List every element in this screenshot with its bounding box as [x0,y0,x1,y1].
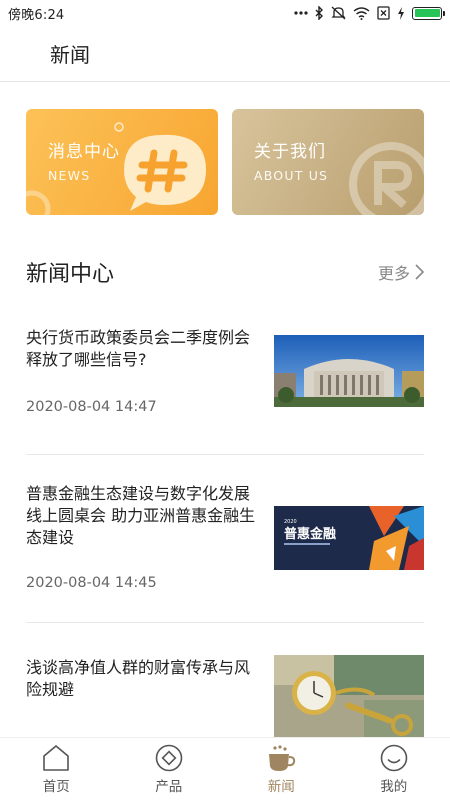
bluetooth-icon [315,6,323,20]
status-icons [294,6,445,20]
news-section-header: 新闻中心 更多 [26,252,424,292]
about-us-banner[interactable]: 关于我们 ABOUT US [232,109,424,215]
news-title: 央行货币政策委员会二季度例会释放了哪些信号? [26,328,251,369]
chevron-right-icon [415,264,424,280]
nav-label: 我的 [380,779,408,795]
mute-icon [331,6,346,20]
dots-icon [294,11,308,15]
watch-keys-cash-photo [274,655,424,745]
hash-bubble-icon [114,122,206,211]
banner-title: 关于我们 [254,142,326,162]
banner-title: 消息中心 [48,142,120,162]
news-list-item[interactable]: 普惠金融生态建设与数字化发展线上圆桌会 助力亚洲普惠金融生态建设 2020-08… [26,455,424,623]
news-title: 普惠金融生态建设与数字化发展线上圆桌会 助力亚洲普惠金融生态建设 [26,484,256,547]
more-link[interactable]: 更多 [378,260,424,284]
wifi-icon [353,6,370,20]
home-icon [43,745,70,771]
banner-subtitle: NEWS [48,168,91,183]
page-title: 新闻 [50,43,90,67]
news-list-item[interactable]: 浅谈高净值人群的财富传承与风险规避 [26,623,424,745]
news-cup-icon [269,745,296,771]
charging-icon [398,6,404,20]
news-center-banner[interactable]: 消息中心 NEWS [26,109,218,215]
banner-subtitle: ABOUT US [254,168,329,183]
nav-label: 产品 [155,779,183,795]
section-title: 新闻中心 [26,262,115,287]
banner-row: 消息中心 NEWS 关于我们 ABOUT US [26,109,424,215]
app-header: 新闻 [0,26,450,82]
news-list-item[interactable]: 央行货币政策委员会二季度例会释放了哪些信号? 2020-08-04 14:47 [26,315,424,455]
nav-home[interactable]: 首页 [11,744,101,795]
svg-text:2020: 2020 [284,519,297,525]
poster-caption: 普惠金融 [284,526,336,542]
more-label: 更多 [377,264,410,283]
battery-icon [412,6,445,20]
sim-x-icon [377,6,390,20]
status-time: 傍晚6:24 [8,7,65,23]
decorative-ring [26,190,51,215]
product-icon [155,744,183,772]
nav-product[interactable]: 产品 [124,744,214,795]
nav-label: 首页 [42,779,70,795]
nav-profile[interactable]: 我的 [349,744,439,795]
nav-label: 新闻 [267,779,295,795]
profile-icon [380,744,408,772]
inclusive-finance-poster: 2020 普惠金融 [274,506,424,570]
bottom-nav: 首页 产品 新闻 我的 [0,738,450,800]
status-bar: 傍晚6:24 [0,0,450,26]
news-date: 2020-08-04 14:47 [26,399,157,415]
bank-building-photo [274,335,424,407]
nav-news[interactable]: 新闻 [236,744,326,795]
news-date: 2020-08-04 14:45 [26,575,157,591]
news-title: 浅谈高净值人群的财富传承与风险规避 [26,658,251,699]
